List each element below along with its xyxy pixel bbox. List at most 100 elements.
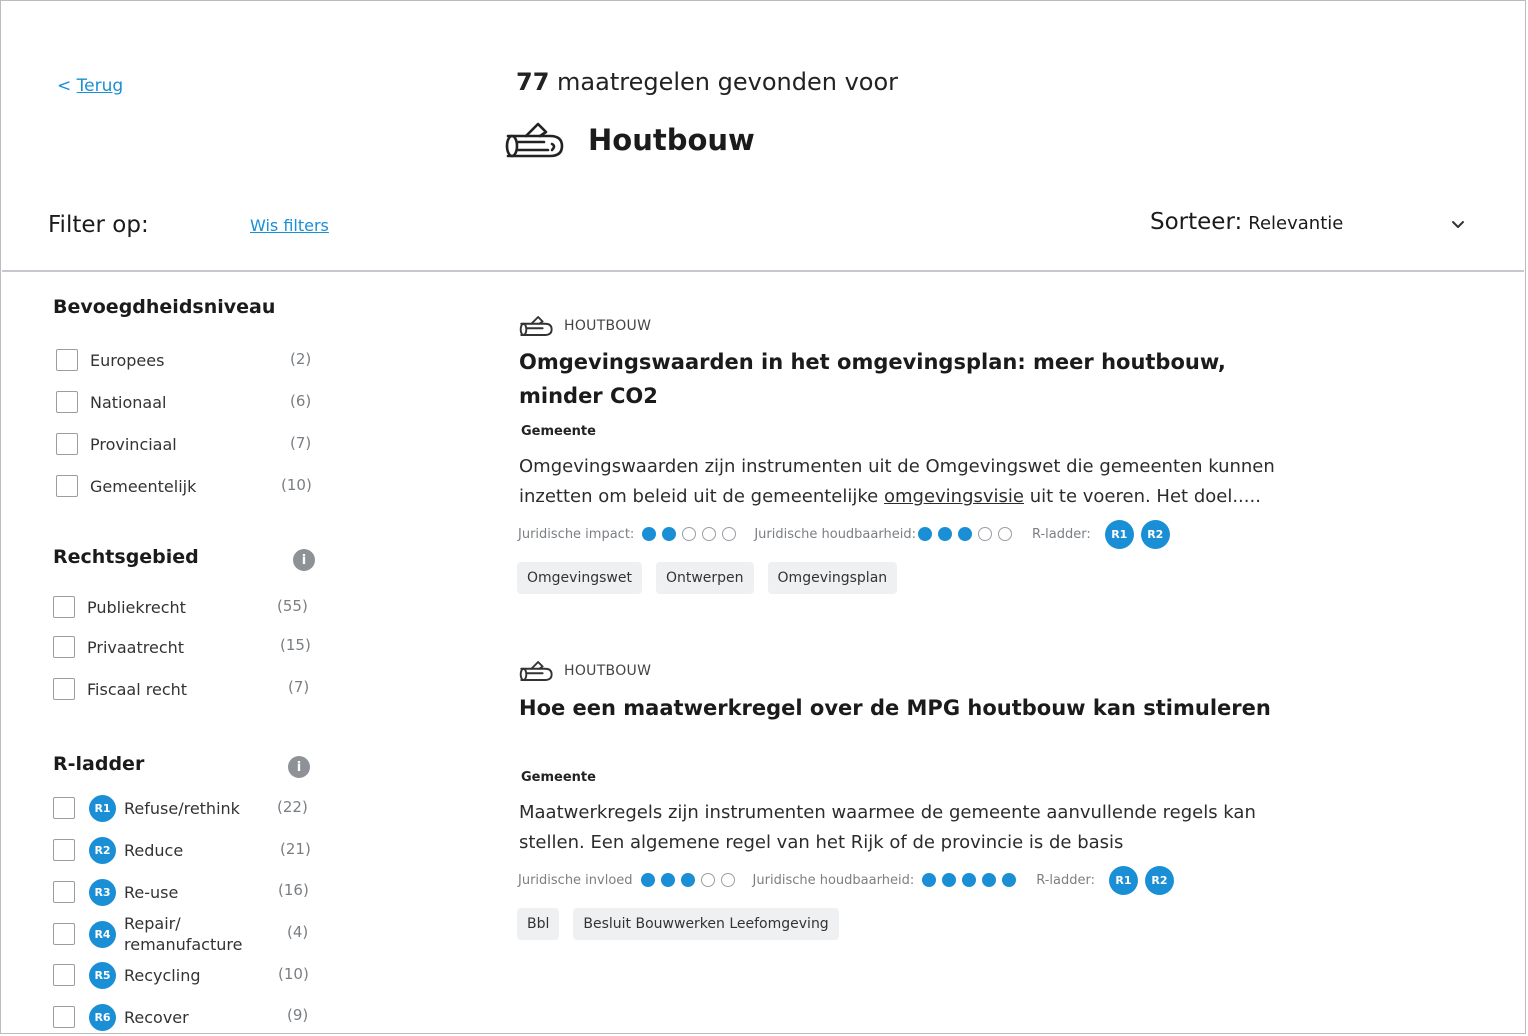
filter-option-nationaal[interactable]: Nationaal [56,387,166,417]
filter-count: (10) [281,476,312,494]
result-tags: Omgevingswet Ontwerpen Omgevingsplan [517,562,898,594]
score-dot-filled [922,873,937,887]
result-description-line2b: uit te voeren. Het doel..... [1024,486,1261,507]
filter-option-fiscaal-recht[interactable]: Fiscaal recht [53,674,187,704]
score-dot-empty [722,527,737,541]
back-link[interactable]: < Terug [57,76,123,96]
filter-option-gemeentelijk[interactable]: Gemeentelijk [56,471,196,501]
wood-log-icon [519,316,553,336]
result-count: 77 [516,68,550,96]
filter-option-r5[interactable]: R5 Recycling [53,960,201,990]
checkbox[interactable] [56,475,78,497]
r-ladder-badge: R5 [89,961,116,989]
filter-option-label: Provinciaal [90,434,177,454]
r-ladder-badge: R2 [89,836,116,864]
r-ladder-badge: R2 [1144,865,1174,895]
filter-option-europees[interactable]: Europees [56,345,164,375]
filter-count: (7) [288,678,310,696]
info-icon[interactable]: i [293,549,315,571]
result-description-line1: Maatwerkregels zijn instrumenten waarmee… [519,802,1256,823]
impact-score-dots [642,527,742,541]
result-category: HOUTBOUW [519,659,651,683]
result-category-label: HOUTBOUW [564,663,652,679]
score-dot-empty [997,527,1012,541]
checkbox[interactable] [53,839,75,861]
tag[interactable]: Bbl [517,908,560,940]
filter-label: Filter op: [48,212,149,238]
filter-option-label: Gemeentelijk [90,476,197,496]
filter-count: (55) [277,597,308,615]
filter-option-r4[interactable]: R4 Repair/ remanufacture [53,914,242,954]
tag[interactable]: Ontwerpen [655,562,754,594]
filter-count: (9) [287,1006,309,1024]
filter-option-label: Publiekrecht [87,597,186,617]
filter-option-label-line1: Repair/ [124,914,181,933]
score-dot-filled [942,873,957,887]
sort-dropdown[interactable]: Sorteer: Relevantie [1150,209,1343,235]
score-dot-empty [700,873,715,887]
chevron-down-icon[interactable] [1448,214,1468,234]
category-heading: Houtbouw [504,118,755,162]
tag[interactable]: Besluit Bouwwerken Leefomgeving [573,908,839,940]
filter-option-r2[interactable]: R2 Reduce [53,835,183,865]
meta-label-rladder: R-ladder: [1031,526,1091,542]
filter-option-publiekrecht[interactable]: Publiekrecht [53,592,186,622]
checkbox[interactable] [53,596,75,618]
filter-option-label: Recycling [124,965,201,985]
result-organization: Gemeente [521,770,596,785]
score-dot-empty [702,527,717,541]
filter-count: (2) [290,350,312,368]
filter-option-r1[interactable]: R1 Refuse/rethink [53,793,240,823]
result-tags: Bbl Besluit Bouwwerken Leefomgeving [517,908,839,940]
filter-option-provinciaal[interactable]: Provinciaal [56,429,177,459]
wood-log-icon [505,122,564,158]
checkbox[interactable] [53,797,75,819]
checkbox[interactable] [53,678,75,700]
back-label: Terug [76,76,124,96]
filter-option-label-line2: remanufacture [124,935,243,954]
invloed-score-dots [640,873,741,887]
checkbox[interactable] [53,923,75,945]
clear-filters-link[interactable]: Wis filters [250,216,329,235]
r-ladder-badge: R1 [1108,865,1138,895]
result-description-line2a: inzetten om beleid uit de gemeentelijke [519,486,884,507]
score-dot-empty [720,873,735,887]
result-title-link[interactable]: Omgevingswaarden in het omgevingsplan: m… [519,345,1279,413]
checkbox[interactable] [53,964,75,986]
meta-label-houdbaarheid: Juridische houdbaarheid: [754,526,916,542]
filter-count: (7) [290,434,312,452]
filter-option-label: Nationaal [90,392,167,412]
r-ladder-badge: R6 [89,1003,116,1031]
result-category: HOUTBOUW [519,314,651,338]
score-dot-filled [662,527,677,541]
filter-option-label: Repair/ remanufacture [124,913,242,955]
tag[interactable]: Omgevingswet [517,562,642,594]
checkbox[interactable] [56,433,78,455]
checkbox[interactable] [53,881,75,903]
meta-label-rladder: R-ladder: [1036,872,1095,888]
result-title-line1: Omgevingswaarden in het omgevingsplan: m… [519,350,1226,374]
result-description-line2: stellen. Een algemene regel van het Rijk… [519,832,1124,853]
filter-option-label: Privaatrecht [87,637,185,657]
result-description: Maatwerkregels zijn instrumenten waarmee… [519,798,1379,858]
result-title-line2: minder CO2 [519,384,658,408]
filter-option-privaatrecht[interactable]: Privaatrecht [53,632,184,662]
checkbox[interactable] [56,391,78,413]
filter-count: (16) [278,881,309,899]
filter-option-r3[interactable]: R3 Re-use [53,877,178,907]
score-dot-filled [642,527,657,541]
filter-count: (4) [287,923,309,941]
score-dot-filled [937,527,952,541]
result-description-link[interactable]: omgevingsvisie [884,486,1024,507]
meta-label-impact: Juridische impact: [518,526,635,542]
tag[interactable]: Omgevingsplan [767,562,898,594]
checkbox[interactable] [56,349,78,371]
result-title-link[interactable]: Hoe een maatwerkregel over de MPG houtbo… [519,691,1319,725]
checkbox[interactable] [53,1006,75,1028]
filter-option-r6[interactable]: R6 Recover [53,1002,189,1032]
r-ladder-badge: R1 [1104,519,1134,549]
checkbox[interactable] [53,636,75,658]
houdbaarheid-score-dots [917,527,1018,541]
info-icon[interactable]: i [288,756,310,778]
back-arrow: < [57,76,72,96]
